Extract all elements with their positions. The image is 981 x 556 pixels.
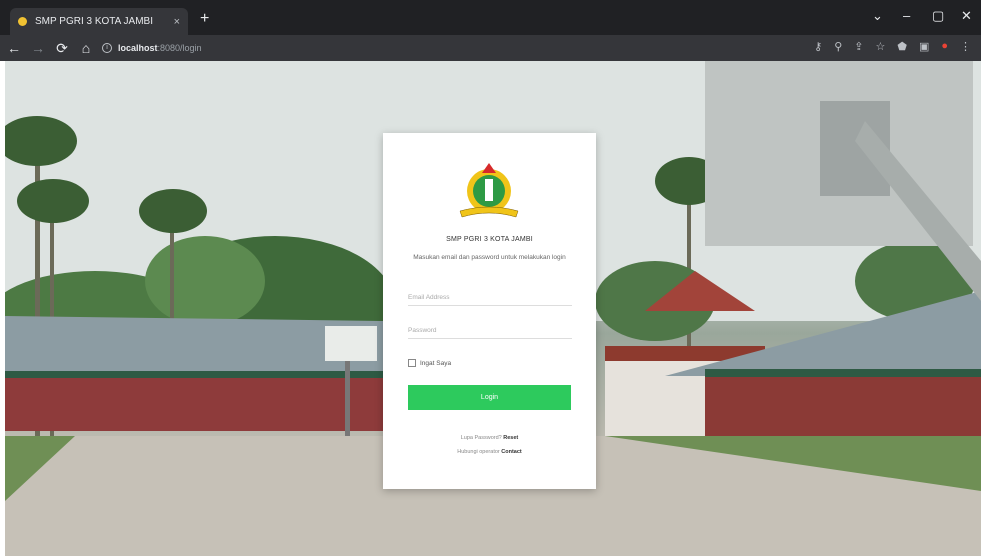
bookmark-star-icon[interactable]: ☆ [876,40,886,53]
browser-tab[interactable]: SMP PGRI 3 KOTA JAMBI × [10,8,188,35]
menu-icon[interactable]: ⋮ [960,40,971,53]
favicon-icon [18,17,27,26]
contact-text: Hubungi operator [457,449,502,455]
forward-button[interactable]: → [28,40,48,56]
reload-button[interactable]: ⟳ [52,40,72,57]
new-tab-button[interactable]: + [200,10,209,28]
login-subtitle: Masukan email dan password untuk melakuk… [413,254,566,261]
school-name: SMP PGRI 3 KOTA JAMBI [446,236,533,243]
key-icon[interactable]: ⚷ [814,40,822,53]
browser-tab-bar: SMP PGRI 3 KOTA JAMBI × + ⌄ – ▢ ✕ [0,0,981,35]
login-card: SMP PGRI 3 KOTA JAMBI Masukan email dan … [383,133,596,489]
tab-search-icon[interactable]: ⌄ [872,8,883,24]
contact-line: Hubungi operator Contact [383,449,596,455]
contact-link[interactable]: Contact [501,449,521,455]
school-logo-icon [459,163,519,218]
toolbar-icons: ⚷ ⚲ ⇪ ☆ ⬟ ▣ ● ⋮ [814,40,971,53]
close-window-button[interactable]: ✕ [961,8,972,24]
password-field[interactable] [408,323,572,339]
minimize-button[interactable]: – [903,8,910,23]
url-host: localhost [118,43,158,53]
remember-checkbox[interactable] [408,359,416,367]
forgot-password-text: Lupa Password? [460,435,504,441]
extensions-icon[interactable]: ⬟ [897,40,907,53]
remember-me[interactable]: Ingat Saya [408,359,451,367]
address-bar[interactable]: i localhost :8080/login [102,37,782,59]
zoom-icon[interactable]: ⚲ [834,40,842,53]
info-icon[interactable]: i [102,43,112,53]
email-field[interactable] [408,290,572,306]
back-button[interactable]: ← [4,40,24,56]
home-button[interactable]: ⌂ [76,40,96,56]
login-button[interactable]: Login [408,385,571,410]
profile-avatar-icon[interactable]: ● [941,40,948,53]
forgot-password-line: Lupa Password? Reset [383,435,596,441]
tab-title: SMP PGRI 3 KOTA JAMBI [35,16,153,27]
remember-label: Ingat Saya [420,359,452,367]
sidebar-icon[interactable]: ▣ [919,40,929,53]
reset-link[interactable]: Reset [503,435,518,441]
url-path: :8080/login [157,43,202,53]
maximize-button[interactable]: ▢ [932,8,944,24]
browser-toolbar: ← → ⟳ ⌂ i localhost :8080/login ⚷ ⚲ ⇪ ☆ … [0,35,981,61]
share-icon[interactable]: ⇪ [854,40,863,53]
tab-close-icon[interactable]: × [174,16,180,28]
